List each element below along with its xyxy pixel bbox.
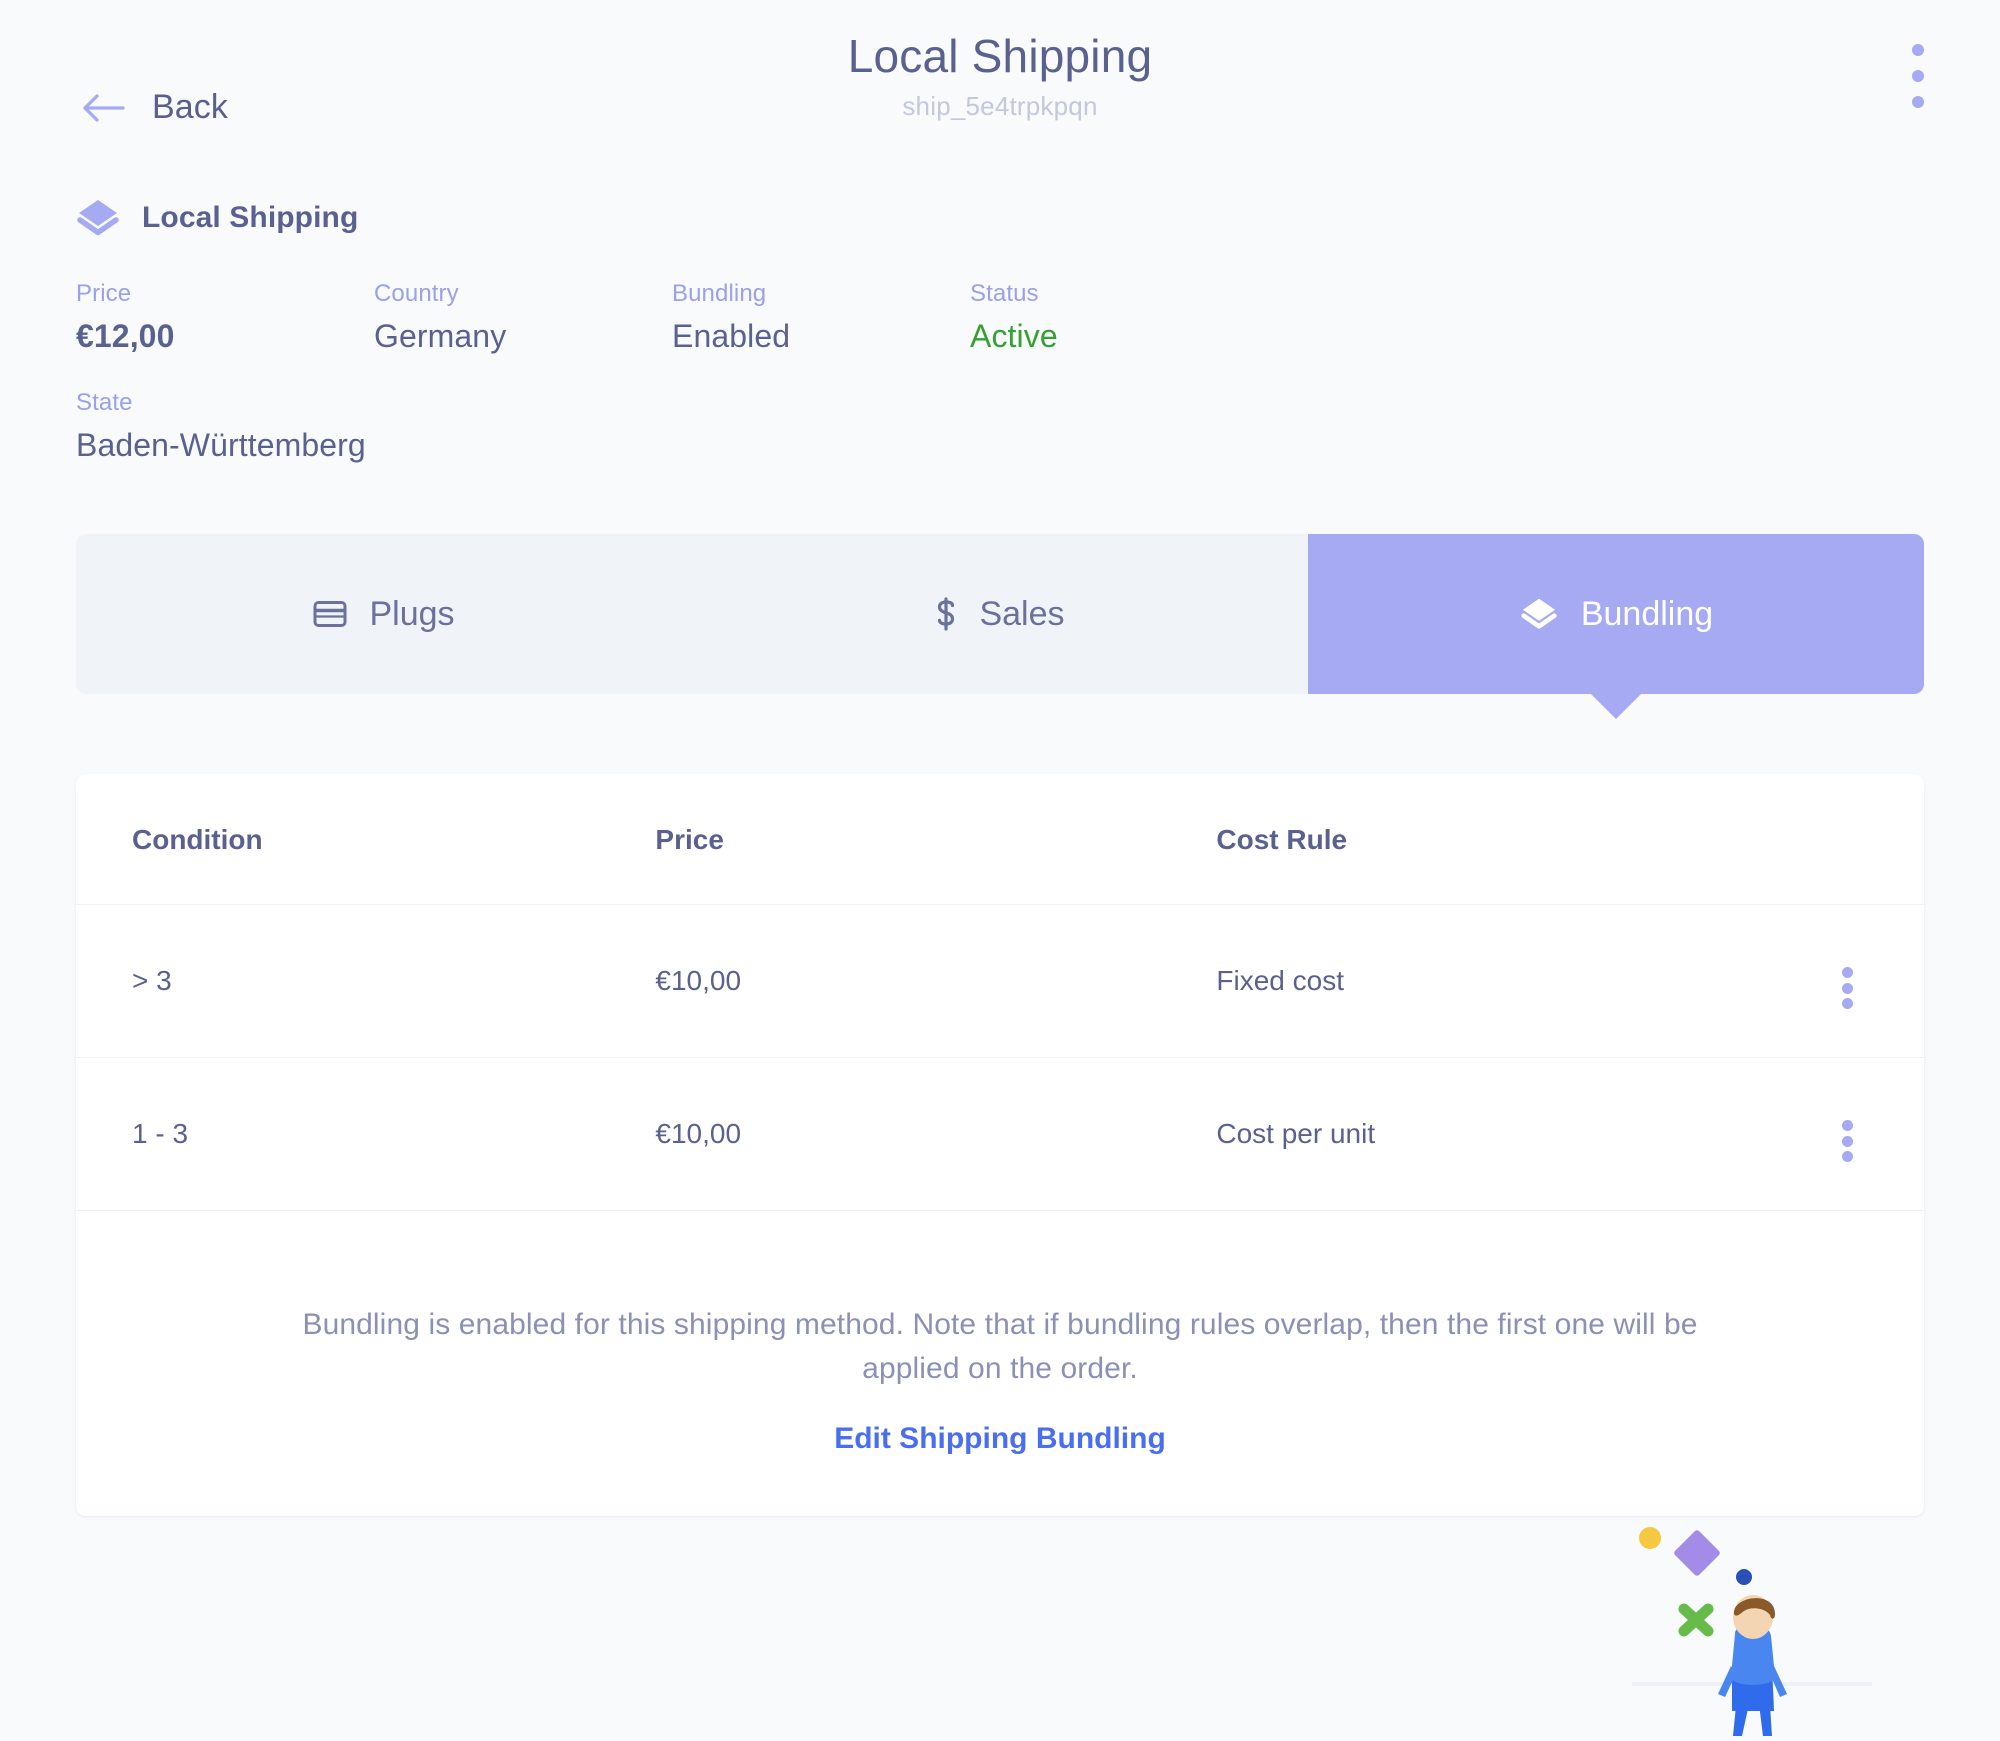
tab-sales[interactable]: Sales: [692, 534, 1308, 694]
kebab-dot: [1912, 44, 1924, 56]
field-status: Status Active: [970, 280, 1268, 355]
cell-actions: [1840, 1057, 1924, 1211]
field-value: Germany: [374, 318, 507, 354]
layers-icon: [76, 198, 120, 238]
table-body: > 3 €10,00 Fixed cost 1 - 3 €10,00 Cost …: [76, 904, 1924, 1211]
cell-price: €10,00: [655, 904, 1217, 1058]
kebab-dot: [1841, 982, 1853, 994]
column-header-condition: Condition: [76, 774, 656, 905]
blue-dot-shape: [1736, 1569, 1752, 1585]
tab-label: Plugs: [369, 594, 455, 633]
back-label: Back: [152, 88, 228, 126]
bundling-card: Condition Price Cost Rule > 3 €10,00 Fix…: [76, 774, 1924, 1516]
kebab-dot: [1912, 96, 1924, 108]
credit-card-icon: [313, 600, 347, 628]
kebab-dot: [1841, 998, 1853, 1009]
column-header-price: Price: [655, 774, 1217, 905]
cell-price: €10,00: [655, 1057, 1217, 1211]
summary-fields-row-2: State Baden-Württemberg: [76, 389, 2000, 464]
top-bar: Back Local Shipping ship_5e4trpkpqn: [0, 0, 2000, 170]
tab-label: Sales: [979, 594, 1065, 633]
field-label: Country: [374, 280, 459, 307]
column-header-actions: [1840, 774, 1924, 905]
edit-shipping-bundling-link[interactable]: Edit Shipping Bundling: [834, 1422, 1166, 1456]
field-label: Bundling: [672, 280, 767, 307]
field-bundling: Bundling Enabled: [672, 280, 970, 355]
table-header: Condition Price Cost Rule: [76, 774, 1924, 905]
column-header-cost-rule: Cost Rule: [1216, 774, 1840, 905]
yellow-circle-shape: [1639, 1527, 1661, 1549]
summary-title: Local Shipping: [142, 201, 359, 234]
kebab-dot: [1841, 967, 1853, 978]
cell-cost-rule: Fixed cost: [1216, 904, 1840, 1058]
layers-icon: [1519, 597, 1559, 631]
kebab-dot: [1841, 1151, 1853, 1162]
table-header-row: Condition Price Cost Rule: [76, 774, 1924, 905]
tab-bundling[interactable]: Bundling: [1308, 534, 1924, 719]
field-label: Price: [76, 280, 132, 307]
kebab-dot: [1912, 70, 1924, 82]
summary-header: Local Shipping: [76, 198, 2000, 238]
cell-cost-rule: Cost per unit: [1216, 1057, 1840, 1211]
tab-plugs[interactable]: Plugs: [76, 534, 692, 694]
green-x-shape: [1678, 1603, 1714, 1637]
field-state: State Baden-Württemberg: [76, 389, 676, 464]
purple-diamond-shape: [1674, 1530, 1720, 1576]
field-label: Status: [970, 280, 1039, 307]
table-row[interactable]: 1 - 3 €10,00 Cost per unit: [76, 1057, 1924, 1211]
field-value: Baden-Württemberg: [76, 427, 366, 463]
field-value: €12,00: [76, 318, 175, 354]
field-price: Price €12,00: [76, 280, 374, 355]
tab-bar: Plugs Sales Bundling: [76, 534, 1924, 719]
cell-condition: > 3: [76, 904, 656, 1058]
back-button[interactable]: Back: [82, 88, 228, 127]
row-overflow-menu-icon[interactable]: [1840, 1120, 1854, 1162]
dollar-icon: [935, 597, 957, 631]
table-row[interactable]: > 3 €10,00 Fixed cost: [76, 904, 1924, 1058]
back-arrow-icon: [82, 92, 126, 124]
kebab-dot: [1841, 1135, 1853, 1147]
cell-condition: 1 - 3: [76, 1057, 656, 1211]
field-label: State: [76, 389, 133, 416]
person-figure: [1718, 1595, 1787, 1736]
field-country: Country Germany: [374, 280, 672, 355]
person-illustration: [1632, 1516, 1872, 1736]
overflow-menu-icon[interactable]: [1898, 44, 1938, 108]
bundling-note: Bundling is enabled for this shipping me…: [302, 1308, 1698, 1385]
tab-label: Bundling: [1580, 594, 1714, 633]
bundling-table: Condition Price Cost Rule > 3 €10,00 Fix…: [76, 774, 1924, 1211]
active-tab-indicator: [1590, 693, 1642, 719]
summary-fields-row-1: Price €12,00 Country Germany Bundling En…: [76, 280, 2000, 355]
page-header: Local Shipping ship_5e4trpkpqn: [0, 30, 2000, 122]
row-overflow-menu-icon[interactable]: [1840, 967, 1854, 1009]
cell-actions: [1840, 904, 1924, 1058]
page-title: Local Shipping: [847, 30, 1153, 82]
field-value: Enabled: [672, 318, 791, 354]
kebab-dot: [1841, 1120, 1853, 1131]
card-footer: Bundling is enabled for this shipping me…: [76, 1211, 1924, 1516]
status-badge: Active: [970, 318, 1058, 354]
summary-section: Local Shipping Price €12,00 Country Germ…: [0, 198, 2000, 464]
page-subtitle-id: ship_5e4trpkpqn: [902, 90, 1098, 121]
